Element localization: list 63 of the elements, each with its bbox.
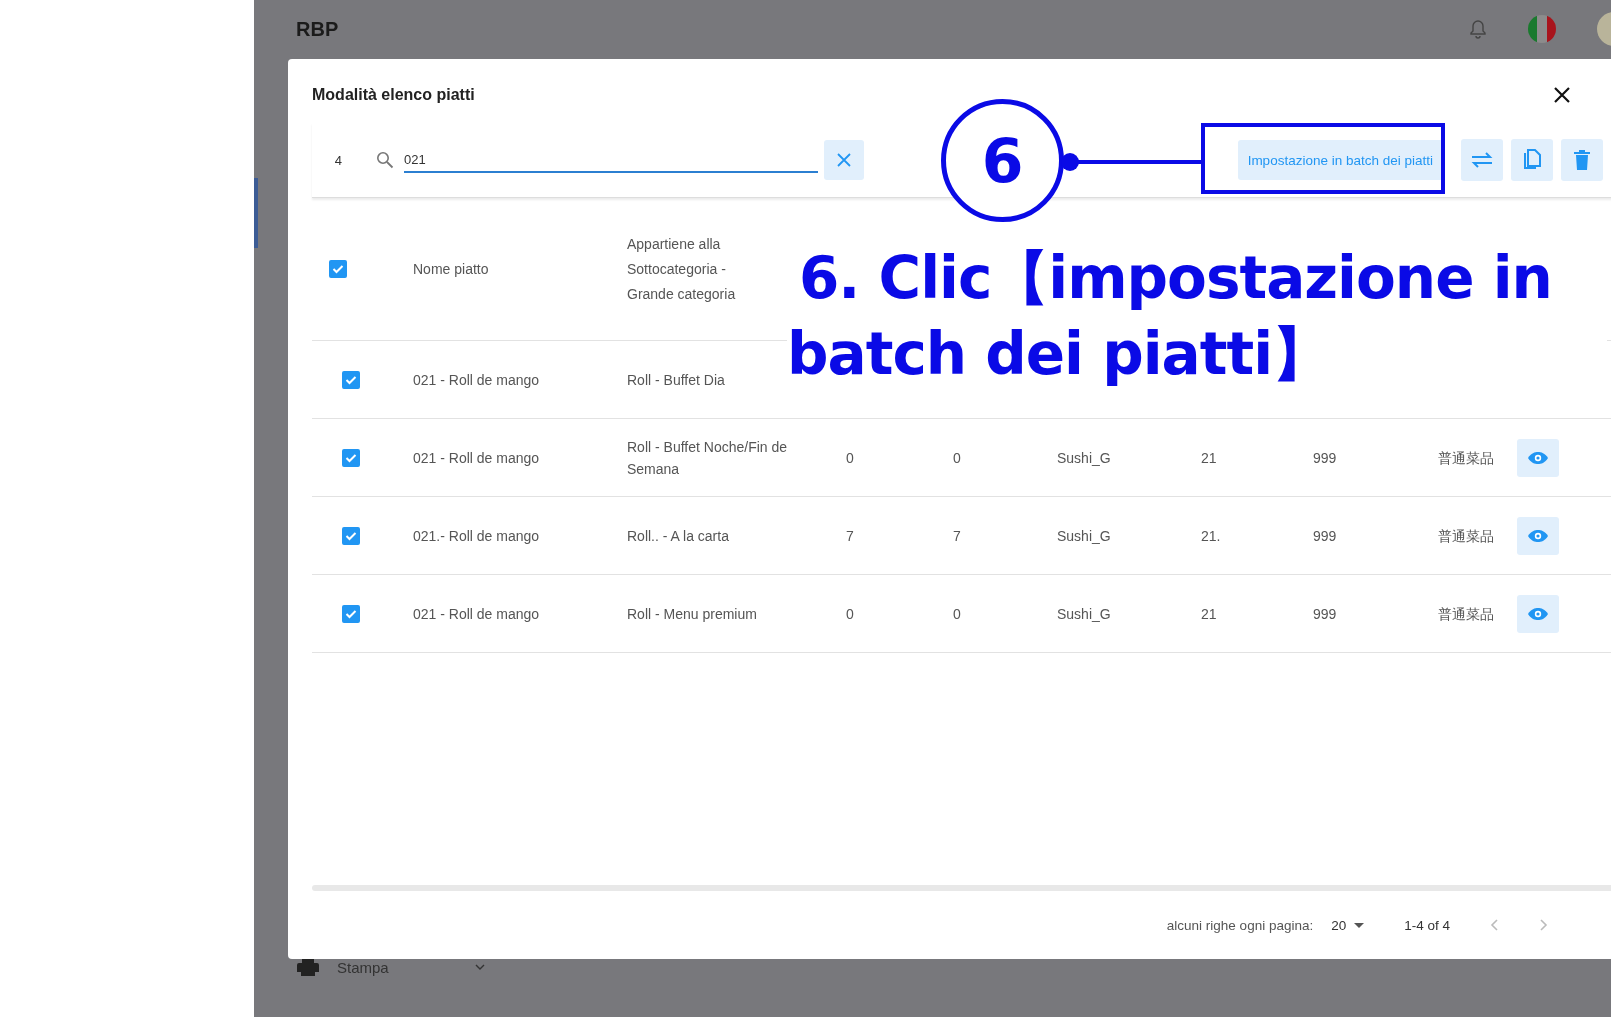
table-cell: 021 - Roll de mango (413, 371, 540, 388)
table-cell: 21 (1201, 449, 1217, 466)
table-cell: 999 (1313, 527, 1337, 544)
app-title: RBP (296, 17, 339, 41)
trash-icon (1574, 150, 1590, 170)
rows-per-page-select[interactable]: 20 (1331, 917, 1365, 933)
table-cell: Roll - Buffet Dia (627, 371, 725, 388)
checkbox[interactable] (342, 526, 360, 545)
column-header: Nome piatto (413, 259, 490, 279)
table-cell: 7 (953, 527, 961, 544)
table-cell: 普通菜品 (1438, 449, 1494, 466)
clear-search-button[interactable] (824, 140, 864, 180)
table-cell: 21. (1201, 527, 1221, 544)
eye-icon (1527, 606, 1549, 621)
caret-down-icon (1354, 922, 1365, 928)
selected-count: 4 (333, 152, 342, 168)
printer-icon (297, 958, 319, 976)
swap-button[interactable] (1461, 139, 1503, 181)
checkbox[interactable] (329, 260, 347, 278)
delete-button[interactable] (1561, 139, 1603, 181)
table-cell: 021 - Roll de mango (413, 605, 540, 622)
column-header: Appartiene alla Sottocategoria - Grande categoria (627, 234, 737, 304)
table-cell: 0 (846, 449, 854, 466)
copy-icon (1523, 149, 1541, 171)
next-page-icon[interactable] (1540, 919, 1548, 931)
view-button[interactable] (1517, 594, 1559, 633)
view-button[interactable] (1517, 516, 1559, 555)
eye-icon (1527, 450, 1549, 465)
table-cell: 021 - Roll de mango (413, 449, 540, 466)
search-icon (376, 151, 394, 169)
checkbox[interactable] (342, 604, 360, 623)
table-cell: Roll.. - A la carta (627, 527, 729, 544)
flag-icon[interactable] (1527, 14, 1557, 44)
table-cell: 021.- Roll de mango (413, 527, 540, 544)
table-cell: Sushi_G (1057, 527, 1111, 544)
bell-icon[interactable] (1469, 19, 1487, 39)
checkbox[interactable] (342, 370, 360, 389)
sidebar-highlight (254, 178, 258, 248)
table-cell: Roll - Menu premium (627, 605, 757, 622)
page-range: 1-4 of 4 (1404, 917, 1450, 933)
previous-page-icon[interactable] (1490, 919, 1498, 931)
view-button[interactable] (1517, 438, 1559, 477)
table-cell: 21 (1201, 605, 1217, 622)
table-cell: 普通菜品 (1438, 527, 1494, 544)
table-cell: 999 (1313, 605, 1337, 622)
dialog-title: Modalità elenco piatti (312, 86, 475, 104)
chevron-down-icon (475, 964, 485, 970)
table-cell: 7 (846, 527, 854, 544)
table-cell: Sushi_G (1057, 605, 1111, 622)
table-cell: Roll - Buffet Noche/Fin de Semana (627, 438, 788, 477)
table-cell: Sushi_G (1057, 449, 1111, 466)
rows-per-page-label: alcuni righe ogni pagina: (1166, 917, 1314, 933)
close-icon (837, 153, 851, 167)
swap-icon (1471, 152, 1493, 168)
table-cell: 999 (1313, 449, 1337, 466)
copy-button[interactable] (1511, 139, 1553, 181)
checkbox[interactable] (342, 448, 360, 467)
table-cell: 0 (846, 605, 854, 622)
table-cell: 0 (953, 449, 961, 466)
table-cell: 普通菜品 (1438, 605, 1494, 622)
table-cell: 0 (953, 605, 961, 622)
close-icon[interactable] (1554, 87, 1570, 103)
eye-icon (1527, 528, 1549, 543)
